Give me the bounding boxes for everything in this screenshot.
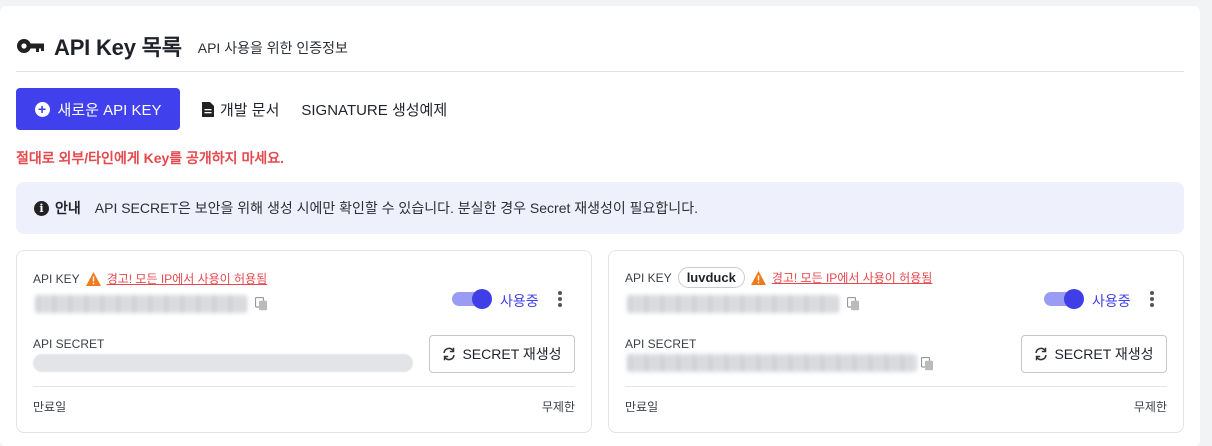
api-key-label: API KEY — [33, 271, 80, 286]
api-key-row: API KEY luvduck 경고! 모든 IP에서 사용이 허용됨 — [625, 267, 932, 288]
page-title: API Key 목록 — [54, 35, 182, 60]
dev-docs-link[interactable]: 개발 문서 — [202, 99, 279, 120]
key-enabled-toggle[interactable] — [1044, 289, 1084, 309]
api-secret-row: API SECRET — [625, 337, 696, 351]
notice-text: API SECRET은 보안을 위해 생성 시에만 확인할 수 있습니다. 분실… — [94, 200, 698, 216]
api-secret-label: API SECRET — [33, 337, 105, 351]
api-key-label: API KEY — [625, 270, 672, 285]
key-name-tag: luvduck — [677, 267, 745, 288]
secret-regenerate-label: SECRET 재생성 — [462, 346, 562, 362]
secret-regenerate-label: SECRET 재생성 — [1054, 346, 1154, 362]
document-icon — [202, 101, 214, 117]
refresh-icon — [443, 347, 456, 361]
api-secret-value-masked — [33, 354, 413, 372]
api-secret-value-masked — [627, 354, 917, 372]
expire-value: 무제한 — [1133, 400, 1167, 414]
api-secret-label: API SECRET — [625, 337, 697, 351]
card-divider — [33, 386, 575, 387]
warning-triangle-icon — [750, 270, 766, 285]
warning-triangle-icon — [85, 271, 101, 286]
status-label: 사용중 — [500, 293, 539, 309]
notice-label: 안내 — [55, 200, 81, 216]
signature-example-link[interactable]: SIGNATURE 생성예제 — [301, 99, 447, 120]
expire-value: 무제한 — [541, 400, 575, 414]
ip-warning-link[interactable]: 경고! 모든 IP에서 사용이 허용됨 — [772, 269, 933, 286]
copy-icon[interactable] — [255, 297, 268, 311]
toggle-knob — [1064, 289, 1084, 309]
refresh-icon — [1035, 347, 1048, 361]
header-divider — [16, 71, 1184, 72]
api-key-panel: API Key 목록 API 사용을 위한 인증정보 + 새로운 API KEY… — [0, 6, 1200, 446]
expire-label: 만료일 — [33, 400, 67, 414]
api-key-card: API KEY 경고! 모든 IP에서 사용이 허용됨 사용중 API SECR… — [16, 250, 592, 433]
toolbar: + 새로운 API KEY 개발 문서 SIGNATURE 생성예제 — [16, 88, 447, 130]
page-header: API Key 목록 API 사용을 위한 인증정보 — [16, 26, 348, 66]
key-enabled-toggle[interactable] — [452, 289, 492, 309]
page-subtitle: API 사용을 위한 인증정보 — [197, 40, 348, 56]
key-icon — [17, 39, 44, 53]
notice-box: i 안내 API SECRET은 보안을 위해 생성 시에만 확인할 수 있습니… — [16, 182, 1184, 234]
secret-regenerate-button[interactable]: SECRET 재생성 — [1021, 335, 1167, 373]
api-key-row: API KEY 경고! 모든 IP에서 사용이 허용됨 — [33, 270, 267, 287]
expire-label: 만료일 — [625, 400, 659, 414]
signature-example-label: SIGNATURE 생성예제 — [301, 101, 448, 119]
api-key-value-masked — [35, 295, 247, 313]
copy-icon[interactable] — [847, 297, 860, 311]
new-api-key-label: 새로운 API KEY — [57, 101, 162, 119]
info-icon: i — [34, 200, 49, 216]
secret-regenerate-button[interactable]: SECRET 재생성 — [429, 335, 575, 373]
security-warning: 절대로 외부/타인에게 Key를 공개하지 마세요. — [16, 150, 284, 166]
ip-warning-link[interactable]: 경고! 모든 IP에서 사용이 허용됨 — [107, 270, 268, 287]
kebab-menu-icon[interactable] — [1145, 289, 1159, 309]
api-secret-row: API SECRET — [33, 337, 104, 351]
copy-icon[interactable] — [921, 357, 934, 371]
plus-circle-icon: + — [34, 101, 50, 117]
api-key-value-masked — [627, 295, 839, 313]
card-divider — [625, 386, 1167, 387]
api-key-card: API KEY luvduck 경고! 모든 IP에서 사용이 허용됨 사용중 … — [608, 250, 1184, 433]
new-api-key-button[interactable]: + 새로운 API KEY — [16, 88, 180, 130]
dev-docs-label: 개발 문서 — [220, 101, 280, 119]
kebab-menu-icon[interactable] — [553, 289, 567, 309]
status-label: 사용중 — [1092, 293, 1131, 309]
toggle-knob — [472, 289, 492, 309]
